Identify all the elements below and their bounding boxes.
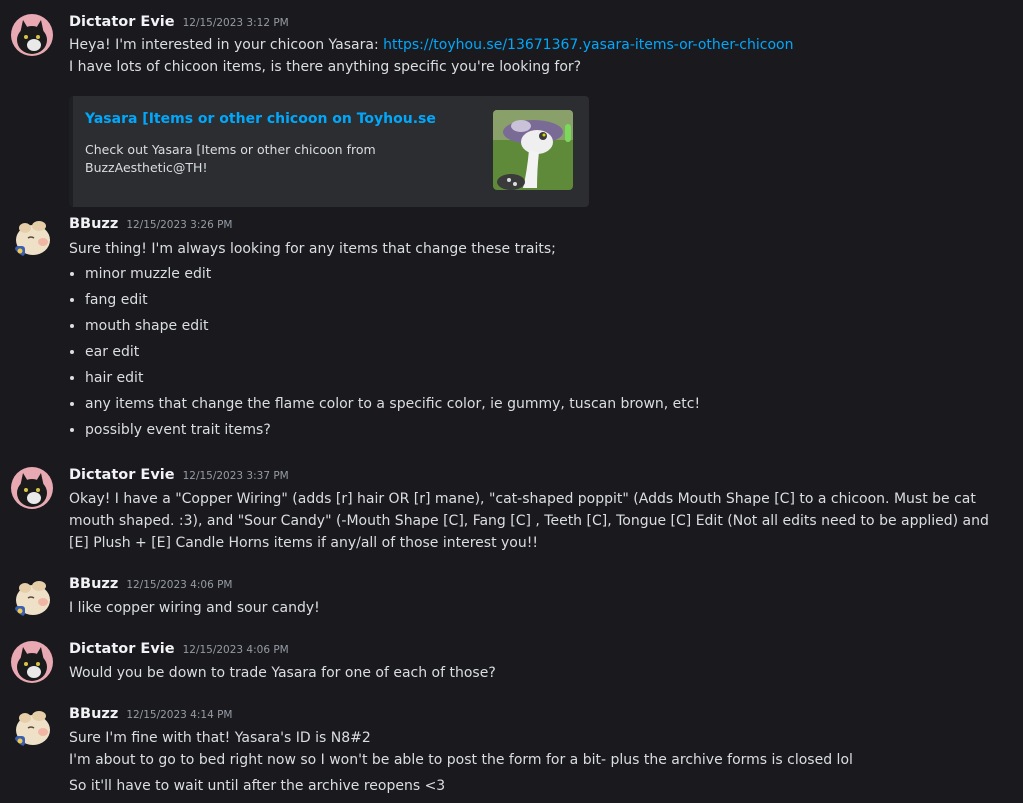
message-text: I'm about to go to bed right now so I wo…	[69, 752, 853, 768]
message-text: Would you be down to trade Yasara for on…	[69, 665, 496, 681]
message-text: I like copper wiring and sour candy!	[69, 600, 320, 616]
list-item: fang edit	[85, 287, 700, 313]
author-name[interactable]: Dictator Evie	[69, 14, 175, 30]
message-text: Sure I'm fine with that! Yasara's ID is …	[69, 730, 371, 746]
cream-creature-avatar-icon[interactable]	[11, 216, 53, 258]
link-embed: Yasara [Items or other chicoon on Toyhou…	[69, 96, 589, 207]
timestamp: 12/15/2023 4:14 PM	[126, 709, 233, 721]
list-item: any items that change the flame color to…	[85, 391, 700, 417]
author-name[interactable]: BBuzz	[69, 706, 118, 722]
message-text: Sure thing! I'm always looking for any i…	[69, 241, 556, 257]
message-text-prefix: Heya! I'm interested in your chicoon Yas…	[69, 37, 384, 53]
message-header: BBuzz 12/15/2023 3:26 PM	[69, 216, 232, 236]
chicoon-creature-thumbnail[interactable]	[493, 110, 573, 190]
black-cat-avatar-icon[interactable]	[11, 14, 53, 56]
toyhouse-link[interactable]: https://toyhou.se/13671367.yasara-items-…	[383, 37, 793, 53]
trait-list: minor muzzle edit fang edit mouth shape …	[69, 261, 700, 443]
timestamp: 12/15/2023 4:06 PM	[126, 579, 233, 591]
message-header: BBuzz 12/15/2023 4:06 PM	[69, 576, 232, 596]
list-item: hair edit	[85, 365, 700, 391]
list-item: ear edit	[85, 339, 700, 365]
cream-creature-avatar-icon[interactable]	[11, 706, 53, 748]
message-header: BBuzz 12/15/2023 4:14 PM	[69, 706, 232, 726]
timestamp: 12/15/2023 4:06 PM	[182, 644, 289, 656]
author-name[interactable]: BBuzz	[69, 216, 118, 232]
chat-log: Dictator Evie 12/15/2023 3:12 PM Heya! I…	[0, 0, 1023, 803]
author-name[interactable]: Dictator Evie	[69, 641, 175, 657]
list-item: minor muzzle edit	[85, 261, 700, 287]
list-item: possibly event trait items?	[85, 417, 700, 443]
author-name[interactable]: BBuzz	[69, 576, 118, 592]
message-text: I have lots of chicoon items, is there a…	[69, 59, 582, 75]
list-item: mouth shape edit	[85, 313, 700, 339]
message-header: Dictator Evie 12/15/2023 3:12 PM	[69, 14, 289, 34]
timestamp: 12/15/2023 3:26 PM	[126, 219, 233, 231]
author-name[interactable]: Dictator Evie	[69, 467, 175, 483]
embed-description: Check out Yasara [Items or other chicoon…	[85, 142, 376, 175]
cream-creature-avatar-icon[interactable]	[11, 576, 53, 618]
embed-title[interactable]: Yasara [Items or other chicoon on Toyhou…	[85, 111, 436, 127]
black-cat-avatar-icon[interactable]	[11, 467, 53, 509]
message-text: Heya! I'm interested in your chicoon Yas…	[69, 34, 793, 56]
timestamp: 12/15/2023 3:12 PM	[182, 17, 289, 29]
black-cat-avatar-icon[interactable]	[11, 641, 53, 683]
message-text: Okay! I have a "Copper Wiring" (adds [r]…	[69, 491, 989, 551]
message-header: Dictator Evie 12/15/2023 3:37 PM	[69, 467, 289, 487]
message-text: So it'll have to wait until after the ar…	[69, 778, 446, 794]
timestamp: 12/15/2023 3:37 PM	[182, 470, 289, 482]
message-header: Dictator Evie 12/15/2023 4:06 PM	[69, 641, 289, 661]
